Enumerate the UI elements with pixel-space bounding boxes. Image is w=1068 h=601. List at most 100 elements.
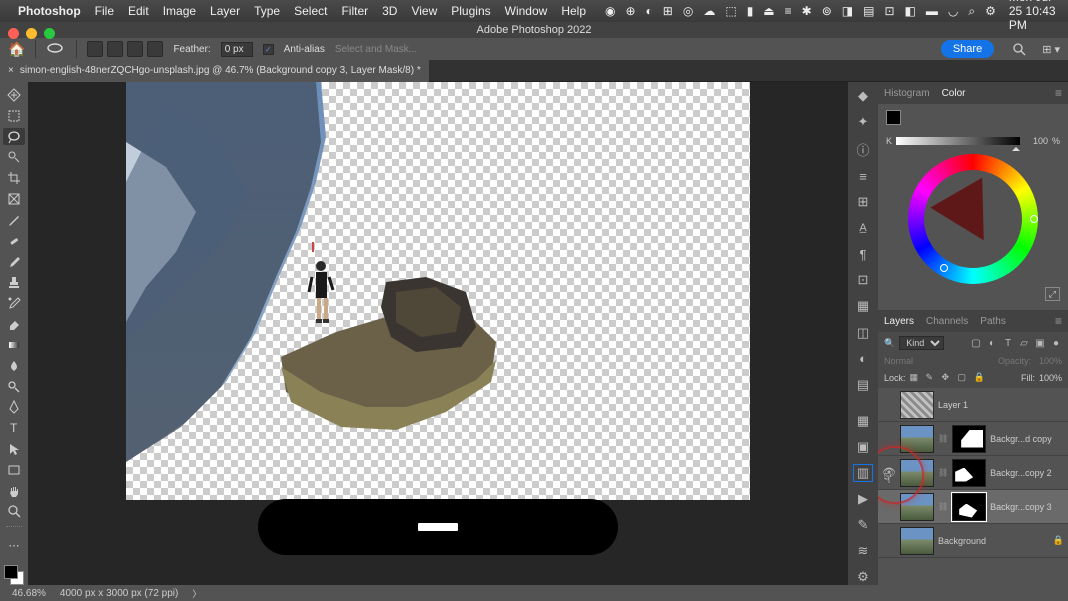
status-icon[interactable]: ⊕: [625, 4, 635, 18]
status-icon[interactable]: ◐: [646, 4, 653, 18]
menu-file[interactable]: File: [95, 4, 114, 18]
healing-tool[interactable]: [3, 232, 25, 250]
link-icon[interactable]: ⛓: [938, 502, 948, 511]
filter-type-icon[interactable]: T: [1002, 337, 1014, 349]
search-icon[interactable]: [1012, 42, 1026, 56]
lock-all-icon[interactable]: 🔒: [974, 372, 986, 384]
lasso-tool[interactable]: [3, 128, 25, 146]
type-tool[interactable]: T: [3, 419, 25, 437]
expand-icon[interactable]: ⤢: [1045, 287, 1060, 301]
menu-type[interactable]: Type: [254, 4, 280, 18]
status-icon[interactable]: ◉: [605, 4, 615, 18]
lock-transparency-icon[interactable]: ▦: [910, 372, 922, 384]
panel-icon[interactable]: ✎: [854, 517, 872, 533]
panel-icon[interactable]: ⊞: [854, 194, 872, 210]
paths-tab[interactable]: Paths: [980, 316, 1006, 327]
layer-name[interactable]: Backgr...copy 2: [990, 468, 1064, 478]
menu-3d[interactable]: 3D: [382, 4, 397, 18]
document-canvas[interactable]: [126, 82, 750, 500]
opacity-value[interactable]: 100%: [1039, 356, 1062, 366]
layer-row[interactable]: 👁 ⛓ Backgr...copy 2: [878, 456, 1068, 490]
status-icon[interactable]: ◧: [905, 4, 916, 18]
paragraph-panel-icon[interactable]: ¶: [854, 246, 872, 262]
layer-mask-thumbnail[interactable]: [952, 425, 986, 453]
panel-icon[interactable]: ▣: [854, 439, 872, 455]
link-icon[interactable]: ⛓: [938, 434, 948, 443]
history-brush-tool[interactable]: [3, 294, 25, 312]
eraser-tool[interactable]: [3, 315, 25, 333]
panel-icon[interactable]: ▶: [854, 491, 872, 507]
share-button[interactable]: Share: [941, 40, 994, 58]
status-icon[interactable]: ✱: [802, 4, 812, 18]
select-and-mask-link[interactable]: Select and Mask...: [335, 44, 417, 55]
search-icon[interactable]: ⌕: [968, 4, 975, 19]
layer-row[interactable]: ⛓ Backgr...copy 3: [878, 490, 1068, 524]
status-icon[interactable]: ▮: [747, 4, 754, 18]
blend-mode[interactable]: Normal: [884, 356, 913, 366]
panel-icon[interactable]: ▦: [854, 298, 872, 314]
move-tool[interactable]: [3, 86, 25, 104]
color-wheel[interactable]: [908, 154, 1038, 284]
lock-artboard-icon[interactable]: ▢: [958, 372, 970, 384]
intersect-selection-icon[interactable]: [147, 41, 163, 57]
panel-icon[interactable]: ◆: [854, 88, 872, 104]
menu-image[interactable]: Image: [163, 4, 196, 18]
panel-icon[interactable]: ≡: [854, 168, 872, 184]
color-tab[interactable]: Color: [942, 88, 966, 99]
lock-position-icon[interactable]: ✥: [942, 372, 954, 384]
panel-menu-icon[interactable]: ≡: [1055, 314, 1062, 328]
add-selection-icon[interactable]: [107, 41, 123, 57]
link-icon[interactable]: ⛓: [938, 468, 948, 477]
color-swatches[interactable]: [886, 110, 906, 130]
new-selection-icon[interactable]: [87, 41, 103, 57]
panel-icon[interactable]: ▦: [854, 413, 872, 429]
document-tab[interactable]: × simon-english-48nerZQCHgo-unsplash.jpg…: [0, 60, 429, 82]
panel-icon[interactable]: ◫: [854, 325, 872, 341]
panel-icon[interactable]: ✦: [854, 114, 872, 130]
layer-name[interactable]: Backgr...copy 3: [990, 502, 1064, 512]
pen-tool[interactable]: [3, 398, 25, 416]
clock[interactable]: Mon Jul 25 10:43 PM: [1009, 0, 1060, 32]
layer-name[interactable]: Background: [938, 536, 1049, 546]
k-slider[interactable]: [896, 137, 1020, 145]
layer-name[interactable]: Layer 1: [938, 400, 1064, 410]
layer-mask-thumbnail[interactable]: [952, 459, 986, 487]
menu-view[interactable]: View: [411, 4, 437, 18]
wifi-icon[interactable]: ⊚: [822, 4, 832, 18]
status-icon[interactable]: ☁: [703, 4, 715, 18]
menu-window[interactable]: Window: [505, 4, 548, 18]
status-icon[interactable]: ⊞: [663, 4, 673, 18]
filter-pixel-icon[interactable]: ▢: [970, 337, 982, 349]
filter-toggle-icon[interactable]: ●: [1050, 337, 1062, 349]
layers-tab[interactable]: Layers: [884, 316, 914, 327]
lasso-tool-icon[interactable]: [46, 42, 66, 56]
edit-toolbar-icon[interactable]: ⋯: [3, 536, 25, 554]
color-swatch[interactable]: [4, 565, 24, 585]
zoom-tool[interactable]: [3, 503, 25, 521]
minimize-window-button[interactable]: [26, 28, 37, 39]
subtract-selection-icon[interactable]: [127, 41, 143, 57]
frame-tool[interactable]: [3, 190, 25, 208]
status-icon[interactable]: ◨: [842, 4, 853, 18]
foreground-color[interactable]: [4, 565, 18, 579]
eyedropper-tool[interactable]: [3, 211, 25, 229]
battery-icon[interactable]: ▬: [926, 4, 938, 18]
layer-row[interactable]: ⛓ Backgr...d copy: [878, 422, 1068, 456]
status-icon[interactable]: ⊡: [884, 4, 894, 18]
layer-mask-thumbnail[interactable]: [952, 493, 986, 521]
layer-row[interactable]: Background 🔒: [878, 524, 1068, 558]
layer-name[interactable]: Backgr...d copy: [990, 434, 1064, 444]
canvas-area[interactable]: [28, 82, 848, 585]
blur-tool[interactable]: [3, 357, 25, 375]
layer-thumbnail[interactable]: [900, 527, 934, 555]
workspace-switcher-icon[interactable]: ⊞ ▾: [1042, 43, 1060, 56]
adjustments-panel-icon[interactable]: ⚙: [854, 569, 872, 585]
zoom-level[interactable]: 46.68%: [12, 588, 46, 599]
menu-help[interactable]: Help: [561, 4, 586, 18]
home-button[interactable]: 🏠: [8, 41, 25, 58]
crop-tool[interactable]: [3, 169, 25, 187]
fill-value[interactable]: 100%: [1039, 373, 1062, 383]
panel-icon[interactable]: ≋: [854, 543, 872, 559]
lock-paint-icon[interactable]: ✎: [926, 372, 938, 384]
status-icon[interactable]: ▤: [863, 4, 874, 18]
